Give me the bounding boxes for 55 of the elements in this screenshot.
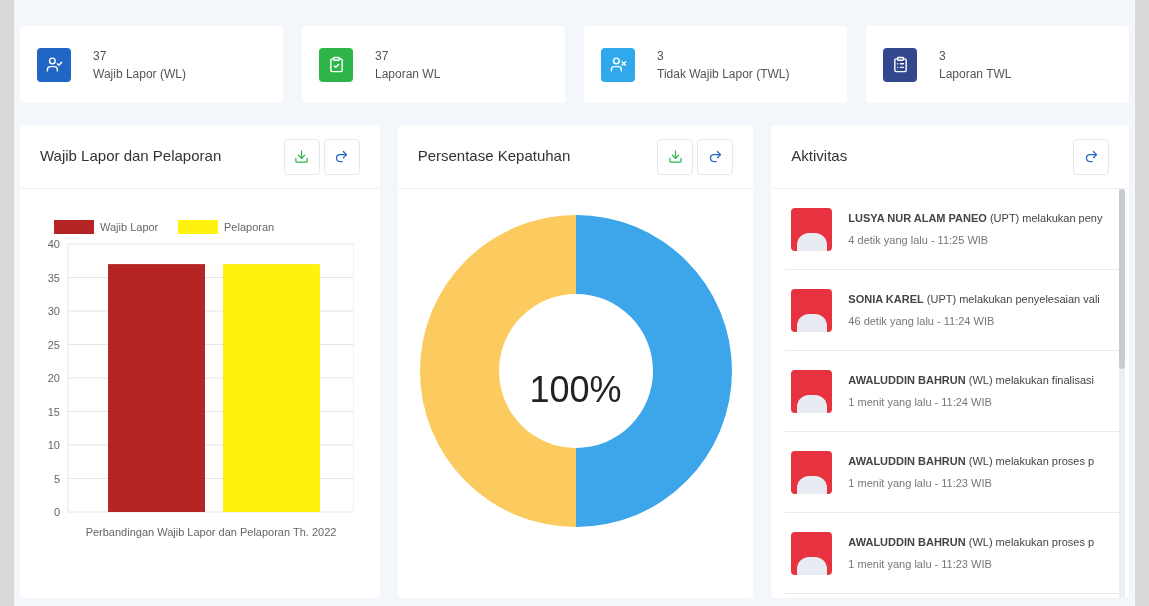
share-button[interactable] (1073, 138, 1109, 175)
download-icon (667, 149, 683, 164)
stat-label: Laporan WL (375, 65, 441, 83)
activity-time: 1 menit yang lalu - 11:24 WIB (848, 395, 993, 410)
activity-text: LUSYA NUR ALAM PANEO (UPT) melakukan peny (848, 210, 1103, 226)
activity-time: 1 menit yang lalu - 11:23 WIB (848, 557, 993, 572)
user-x-icon (609, 56, 627, 73)
avatar-placeholder (791, 450, 833, 494)
stat-label: Tidak Wajib Lapor (TWL) (657, 65, 790, 83)
legend-swatch (54, 220, 94, 234)
activity-time: 46 detik yang lalu - 11:24 WIB (848, 314, 996, 329)
activity-text: AWALUDDIN BAHRUN (WL) melakukan finalisasi (848, 372, 1095, 388)
clipboard-icon (891, 56, 909, 73)
category-label: Perbandingan Wajib Lapor dan Pelaporan Th. 2022 (85, 526, 337, 538)
stat-label: Laporan TWL (939, 65, 1012, 83)
axis-tick-label: 0 (53, 506, 60, 518)
axis-tick-label: 25 (47, 338, 60, 351)
axis-tick-label: 20 (47, 372, 60, 384)
stat-value: 37 (375, 47, 390, 65)
axis-tick-label: 40 (47, 238, 60, 250)
share-icon (1083, 149, 1099, 164)
stat-value: 3 (657, 47, 665, 65)
axis-tick-label: 15 (47, 405, 60, 418)
clipboard-check-icon (327, 56, 345, 73)
axis-tick-label: 35 (47, 271, 60, 284)
panel-title: Wajib Lapor dan Pelaporan (40, 146, 222, 167)
legend-label: Pelaporan (224, 221, 275, 233)
avatar-placeholder (791, 207, 833, 251)
avatar-placeholder (791, 288, 833, 332)
axis-tick-label: 30 (47, 305, 60, 317)
share-button[interactable] (323, 138, 360, 175)
share-button[interactable] (697, 138, 734, 175)
share-icon (707, 149, 723, 164)
panel-title: Aktivitas (791, 146, 848, 167)
stat-value: 3 (939, 47, 947, 65)
activity-time: 4 detik yang lalu - 11:25 WIB (848, 233, 990, 248)
axis-tick-label: 5 (53, 472, 60, 485)
legend-swatch (178, 220, 218, 234)
share-icon (334, 149, 350, 164)
donut-center-label: 100% (529, 368, 622, 412)
panel-title: Persentase Kepatuhan (417, 146, 571, 167)
stat-value: 37 (93, 47, 108, 65)
activity-text: AWALUDDIN BAHRUN (WL) melakukan proses p (848, 534, 1095, 550)
avatar-placeholder (791, 369, 833, 413)
download-button[interactable] (657, 138, 694, 175)
avatar-placeholder (791, 531, 833, 575)
activity-text: AWALUDDIN BAHRUN (WL) melakukan proses p (848, 453, 1095, 469)
stat-label: Wajib Lapor (WL) (93, 65, 186, 83)
legend-label: Wajib Lapor (100, 221, 159, 233)
user-check-icon (45, 56, 63, 73)
activity-text: SONIA KAREL (UPT) melakukan penyelesaian vali (848, 291, 1100, 307)
activity-time: 1 menit yang lalu - 11:23 WIB (848, 476, 993, 491)
axis-tick-label: 10 (47, 439, 60, 451)
download-icon (294, 149, 310, 164)
download-button[interactable] (283, 138, 320, 175)
